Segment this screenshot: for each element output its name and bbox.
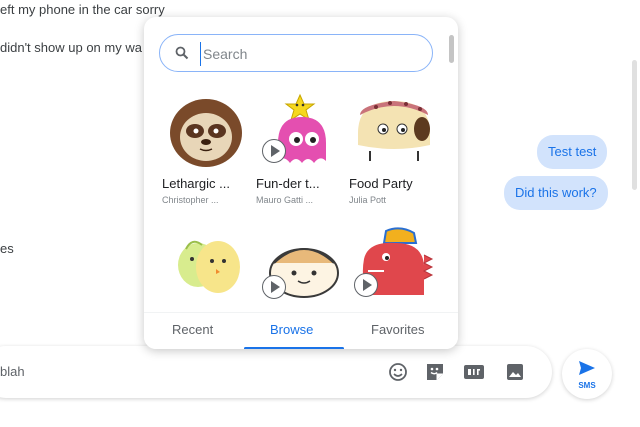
- sticker-sloth[interactable]: [162, 93, 250, 169]
- outgoing-message[interactable]: Did this work?: [504, 176, 608, 210]
- search-input[interactable]: [200, 42, 425, 66]
- play-icon[interactable]: [262, 275, 286, 299]
- sticker-title: Food Party: [349, 176, 413, 191]
- messages-window: eft my phone in the car sorry didn't sho…: [0, 0, 640, 427]
- emoji-icon[interactable]: [386, 360, 410, 384]
- sticker-dino[interactable]: [350, 225, 438, 301]
- send-icon: [579, 361, 595, 375]
- sticker-bun[interactable]: [256, 225, 344, 301]
- sticker-author: Christopher ...: [162, 195, 219, 205]
- sticker-icon[interactable]: [423, 360, 447, 384]
- incoming-message: didn't show up on my wa: [0, 40, 142, 55]
- sticker-search[interactable]: [159, 34, 433, 72]
- picker-tabs: Recent Browse Favorites: [144, 312, 458, 349]
- send-type-label: SMS: [578, 381, 596, 390]
- tab-favorites[interactable]: Favorites: [371, 322, 424, 337]
- tab-recent[interactable]: Recent: [172, 322, 213, 337]
- play-icon[interactable]: [262, 139, 286, 163]
- sticker-octopus[interactable]: [256, 93, 344, 169]
- sloth-sticker-image: [170, 99, 242, 167]
- sticker-title: Lethargic ...: [162, 176, 230, 191]
- incoming-message: eft my phone in the car sorry: [0, 2, 165, 17]
- incoming-message: es: [0, 241, 14, 256]
- sticker-chicks[interactable]: [162, 225, 250, 301]
- gif-icon[interactable]: [462, 360, 486, 384]
- taco-sticker-image: [358, 101, 430, 161]
- sticker-author: Mauro Gatti ...: [256, 195, 314, 205]
- send-button[interactable]: SMS: [562, 349, 612, 399]
- sticker-author: Julia Pott: [349, 195, 387, 205]
- outgoing-message[interactable]: Test test: [537, 135, 608, 169]
- search-icon: [175, 46, 189, 60]
- chicks-sticker-image: [178, 240, 240, 293]
- picker-scrollbar[interactable]: [449, 35, 454, 63]
- tab-browse[interactable]: Browse: [270, 322, 313, 337]
- conversation-scrollbar[interactable]: [632, 60, 637, 190]
- image-icon[interactable]: [503, 360, 527, 384]
- sticker-title: Fun-der t...: [256, 176, 320, 191]
- sticker-taco[interactable]: [350, 93, 438, 169]
- sticker-picker: Lethargic ... Christopher ... Fun-der t.…: [144, 17, 458, 349]
- message-input[interactable]: blah: [0, 364, 25, 379]
- active-tab-indicator: [244, 347, 344, 349]
- play-icon[interactable]: [354, 273, 378, 297]
